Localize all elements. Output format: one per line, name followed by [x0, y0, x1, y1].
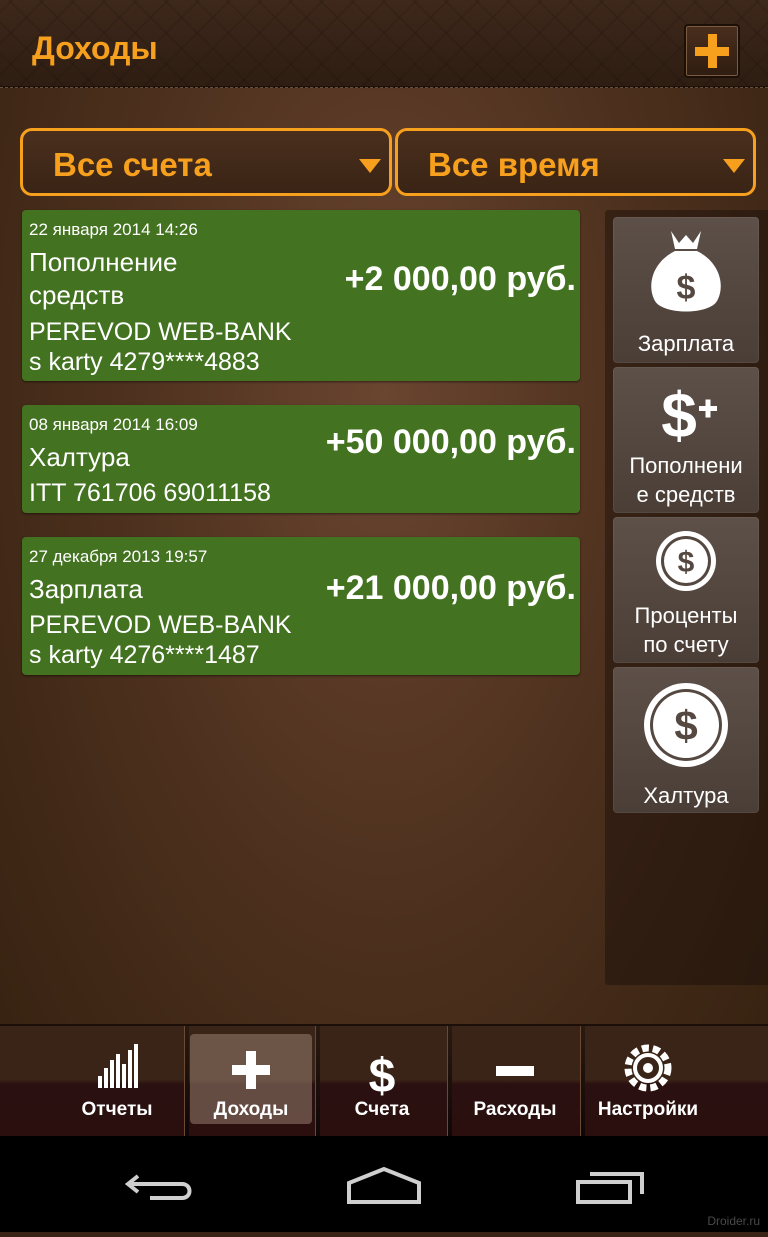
transaction-card[interactable]: 22 января 2014 14:26 Пополнение средств …	[22, 210, 580, 381]
nav-label: Настройки	[597, 1099, 699, 1120]
category-label: Халтура	[643, 783, 729, 808]
category-salary-button[interactable]: $ Зарплата	[613, 217, 759, 363]
category-label-line: по счету	[643, 632, 729, 657]
transaction-category: Пополнение средств	[29, 246, 329, 312]
add-income-button[interactable]	[684, 24, 740, 78]
watermark: Droider.ru	[707, 1214, 760, 1228]
category-interest-button[interactable]: $ Проценты по счету	[613, 517, 759, 663]
transaction-category-line: средств	[29, 280, 125, 310]
transaction-category: Зарплата	[29, 574, 143, 604]
category-label: Зарплата	[637, 331, 735, 356]
svg-text:$: $	[661, 379, 697, 451]
plus-icon-vertical	[708, 34, 717, 68]
transaction-date: 22 января 2014 14:26	[29, 220, 198, 239]
svg-text:$: $	[369, 1050, 396, 1098]
transaction-category: Халтура	[29, 442, 130, 472]
minus-icon	[496, 1066, 534, 1076]
bar-chart-icon	[98, 1044, 138, 1088]
transaction-description-line: s karty 4279****4883	[29, 348, 260, 376]
system-nav-icons	[124, 1166, 644, 1204]
svg-text:$: $	[677, 269, 696, 307]
nav-divider	[184, 1026, 189, 1136]
transaction-description: PEREVOD WEB-BANK s karty 4276****1487	[29, 610, 292, 670]
transaction-description-line: PEREVOD WEB-BANK	[29, 611, 292, 639]
nav-label: Отчеты	[81, 1099, 153, 1120]
nav-expenses[interactable]: Расходы	[452, 1026, 578, 1136]
account-filter-label: Все счета	[53, 146, 212, 183]
transaction-description-line: s karty 4276****1487	[29, 641, 260, 669]
transaction-category-line: Пополнение	[29, 247, 178, 277]
category-label-line: е средств	[636, 482, 736, 507]
dropdown-arrow-icon	[359, 159, 381, 173]
transaction-date: 27 декабря 2013 19:57	[29, 547, 208, 566]
transaction-description-line: PEREVOD WEB-BANK	[29, 318, 292, 346]
svg-text:$: $	[674, 702, 697, 749]
bottom-navigation: Отчеты Доходы $ Счета Расходы Настройки	[0, 1024, 768, 1136]
header-bar: Доходы	[0, 0, 768, 88]
category-label-line: Проценты	[634, 603, 738, 628]
nav-label: Счета	[354, 1099, 410, 1120]
category-label-line: Пополнени	[629, 453, 743, 478]
transaction-card[interactable]: 08 января 2014 16:09 Халтура ITT 761706 …	[22, 405, 580, 513]
dropdown-arrow-icon	[723, 159, 745, 173]
transaction-amount: +2 000,00 руб.	[344, 260, 576, 298]
period-filter-label: Все время	[428, 146, 600, 183]
gear-icon	[624, 1044, 672, 1092]
category-label: Проценты по счету	[613, 601, 759, 659]
page-title: Доходы	[32, 30, 158, 66]
transaction-amount: +21 000,00 руб.	[325, 569, 576, 607]
dollar-coin-large-icon: $	[644, 683, 728, 767]
system-navigation-bar	[0, 1136, 768, 1232]
dollar-plus-icon: $	[661, 379, 717, 451]
app-screen: Доходы Все счета Все время 22 января 201…	[0, 0, 768, 1136]
transaction-amount: +50 000,00 руб.	[325, 423, 576, 461]
plus-icon	[232, 1051, 270, 1089]
nav-label: Доходы	[213, 1099, 289, 1120]
nav-income[interactable]: Доходы	[190, 1026, 312, 1136]
category-label: Пополнени е средств	[613, 451, 759, 509]
transaction-description: PEREVOD WEB-BANK s karty 4279****4883	[29, 317, 292, 377]
transaction-date: 08 января 2014 16:09	[29, 415, 198, 434]
recent-apps-icon[interactable]	[576, 1172, 644, 1204]
nav-label: Расходы	[473, 1099, 557, 1120]
category-top-up-button[interactable]: $ Пополнени е средств	[613, 367, 759, 513]
account-filter-dropdown[interactable]: Все счета	[20, 128, 392, 196]
svg-text:$: $	[678, 546, 695, 579]
money-bag-icon: $	[651, 231, 721, 312]
category-side-job-button[interactable]: $ Халтура	[613, 667, 759, 813]
period-filter-dropdown[interactable]: Все время	[395, 128, 756, 196]
nav-reports[interactable]: Отчеты	[52, 1026, 182, 1136]
home-icon[interactable]	[347, 1166, 421, 1204]
nav-accounts[interactable]: $ Счета	[320, 1026, 444, 1136]
back-icon[interactable]	[124, 1174, 192, 1200]
dollar-icon: $	[369, 1050, 396, 1098]
dollar-coin-icon: $	[656, 531, 716, 591]
nav-settings[interactable]: Настройки	[585, 1026, 711, 1136]
transaction-card[interactable]: 27 декабря 2013 19:57 Зарплата PEREVOD W…	[22, 537, 580, 675]
transaction-description: ITT 761706 69011158	[29, 479, 271, 507]
